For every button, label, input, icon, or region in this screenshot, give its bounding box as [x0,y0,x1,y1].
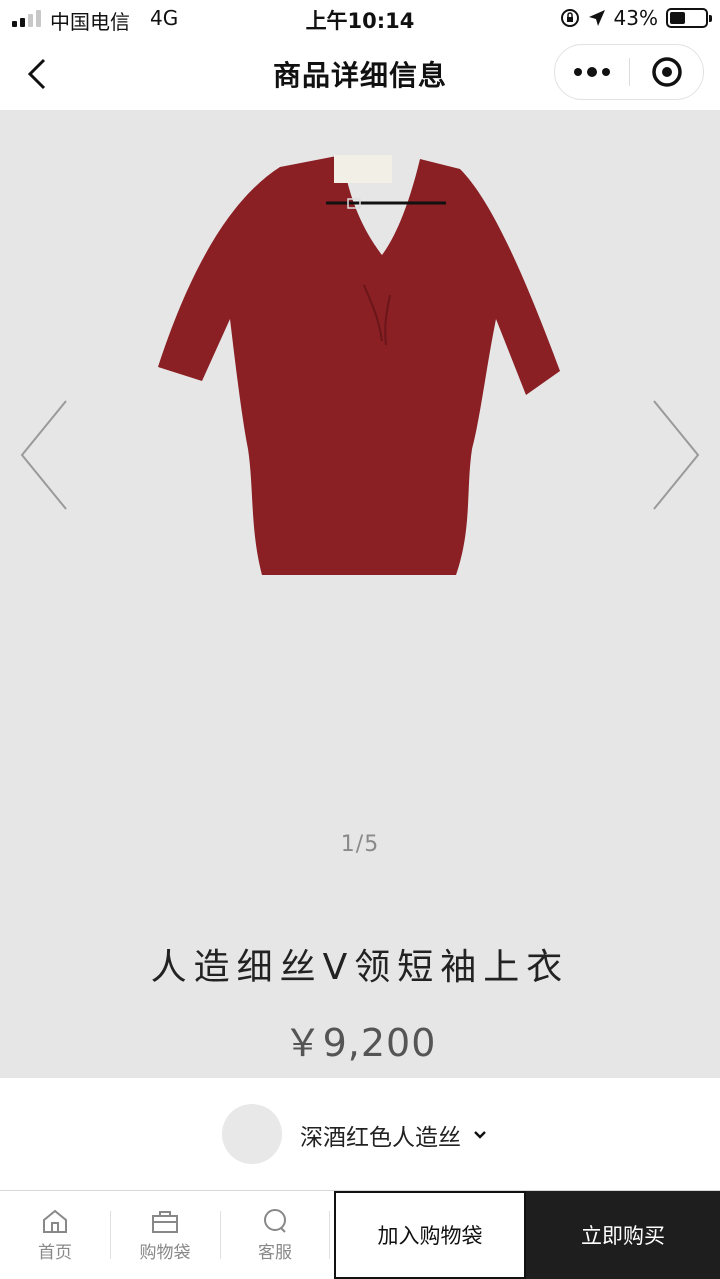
next-image-button[interactable] [646,395,706,515]
product-name: 人造细丝V领短袖上衣 [150,947,570,988]
status-indicators: 43% [560,6,712,30]
variant-label: 深酒红色人造丝 [300,1125,461,1151]
more-icon [574,68,582,76]
variant-dropdown[interactable]: 深酒红色人造丝 [300,1118,487,1152]
color-swatch[interactable] [222,1104,282,1164]
variant-selector[interactable]: 深酒红色人造丝 [0,1078,720,1190]
add-to-bag-button[interactable]: 加入购物袋 [334,1191,526,1279]
mini-program-capsule [554,44,704,100]
close-icon [651,57,682,87]
image-pager: 1/5 [340,832,380,857]
battery-icon [666,8,712,28]
tab-home[interactable]: 首页 [0,1191,110,1279]
product-gallery[interactable]: 1/5 人造细丝V领短袖上衣 ￥9,200 [0,110,720,1080]
bottom-action-bar: 首页 购物袋 客服 加入购物袋 立即购买 [0,1190,720,1279]
tab-customer-service[interactable]: 客服 [220,1191,330,1279]
home-icon [43,1209,67,1233]
chevron-down-icon [474,1131,486,1139]
product-price: ￥9,200 [283,1021,437,1065]
product-image [158,155,560,575]
chevron-right-icon [653,400,700,510]
orientation-lock-icon [560,9,579,27]
tab-label: 首页 [38,1242,72,1263]
buy-now-button[interactable]: 立即购买 [526,1191,720,1279]
nav-bar: 商品详细信息 [0,36,720,110]
chat-icon [264,1208,286,1233]
tab-label: 购物袋 [139,1242,191,1263]
bag-icon [152,1210,178,1233]
status-bar: 中国电信 4G 上午10:14 43% [0,0,720,36]
battery-percent: 43% [613,6,658,30]
tab-bag[interactable]: 购物袋 [110,1191,220,1279]
location-arrow-icon [588,10,605,26]
tab-label: 客服 [258,1242,292,1263]
chevron-left-icon [20,400,67,510]
previous-image-button[interactable] [14,395,74,515]
more-button[interactable] [555,45,629,99]
close-button[interactable] [630,45,703,99]
